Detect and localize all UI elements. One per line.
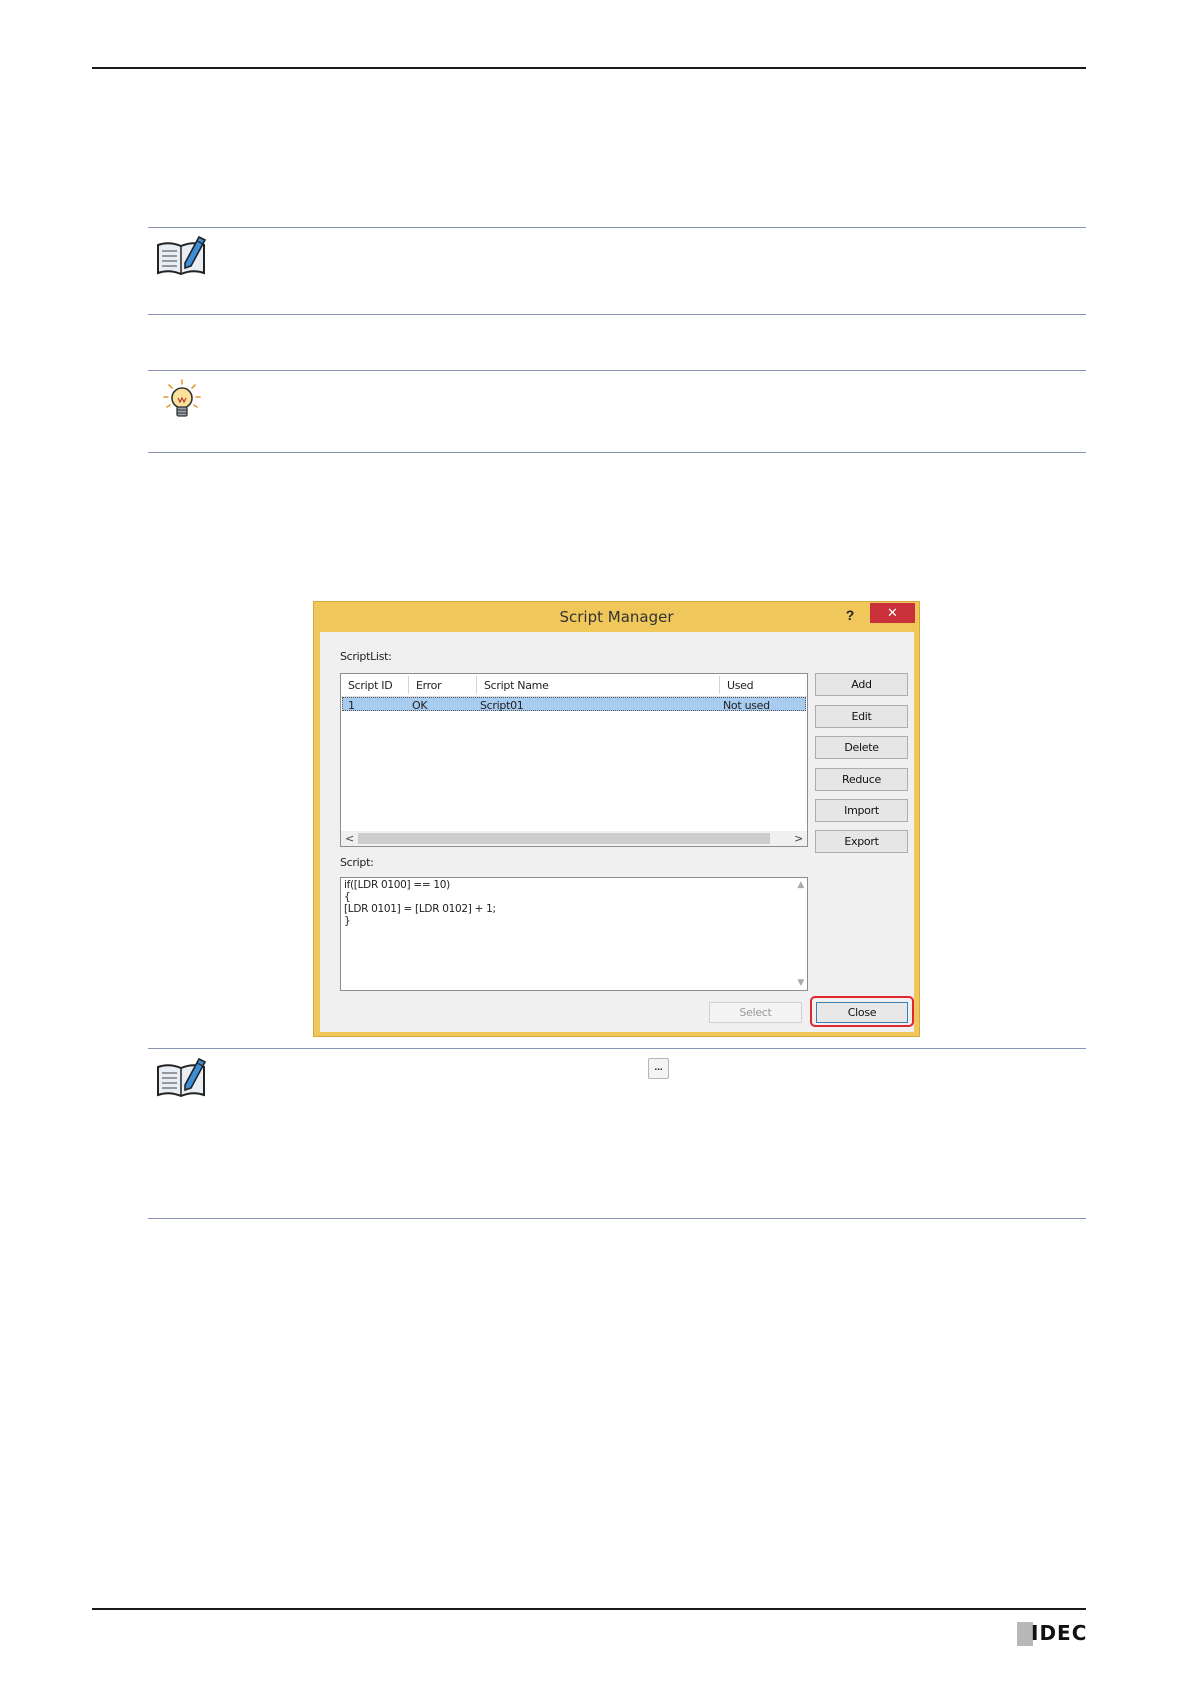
script-manager-dialog: Script Manager ? ✕ ScriptList: Script ID… bbox=[313, 601, 920, 1037]
close-icon[interactable]: ✕ bbox=[870, 603, 915, 623]
column-divider[interactable] bbox=[476, 676, 477, 694]
scriptlist-label: ScriptList: bbox=[340, 650, 392, 663]
note-top-rule bbox=[148, 227, 1086, 228]
hint-top-rule bbox=[148, 370, 1086, 371]
select-button[interactable]: Select bbox=[709, 1002, 802, 1023]
cell-used: Not used bbox=[723, 699, 770, 712]
script-line: { bbox=[344, 891, 351, 903]
script-line: } bbox=[344, 915, 351, 927]
scroll-up-icon[interactable]: ▲ bbox=[797, 880, 804, 890]
note2-bottom-rule bbox=[148, 1218, 1086, 1219]
column-error[interactable]: Error bbox=[416, 679, 442, 692]
script-list[interactable]: Script ID Error Script Name Used 1 OK Sc… bbox=[340, 673, 808, 847]
dialog-titlebar[interactable]: Script Manager ? ✕ bbox=[314, 602, 919, 632]
header-rule bbox=[92, 67, 1086, 69]
note-book-pencil-icon bbox=[157, 235, 207, 276]
ellipsis-button[interactable]: ... bbox=[648, 1058, 669, 1079]
script-list-header: Script ID Error Script Name Used bbox=[341, 674, 807, 697]
help-button[interactable]: ? bbox=[839, 605, 861, 625]
lightbulb-icon bbox=[163, 379, 201, 417]
dialog-client-area: ScriptList: Script ID Error Script Name … bbox=[320, 632, 914, 1032]
reduce-button[interactable]: Reduce bbox=[815, 768, 908, 791]
script-label: Script: bbox=[340, 856, 374, 869]
scroll-left-icon[interactable]: < bbox=[345, 831, 354, 846]
column-script-id[interactable]: Script ID bbox=[348, 679, 393, 692]
footer-rule bbox=[92, 1608, 1086, 1610]
scroll-right-icon[interactable]: > bbox=[794, 831, 803, 846]
import-button[interactable]: Import bbox=[815, 799, 908, 822]
script-textarea[interactable]: if([LDR 0100] == 10) { [LDR 0101] = [LDR… bbox=[340, 877, 808, 991]
cell-script-name: Script01 bbox=[480, 699, 524, 712]
edit-button[interactable]: Edit bbox=[815, 705, 908, 728]
close-button-highlight bbox=[810, 996, 914, 1027]
add-button[interactable]: Add bbox=[815, 673, 908, 696]
logo-text: IDEC bbox=[1031, 1621, 1088, 1645]
column-divider[interactable] bbox=[408, 676, 409, 694]
cell-error: OK bbox=[412, 699, 428, 712]
delete-button[interactable]: Delete bbox=[815, 736, 908, 759]
dialog-title: Script Manager bbox=[559, 608, 674, 626]
column-divider[interactable] bbox=[719, 676, 720, 694]
column-script-name[interactable]: Script Name bbox=[484, 679, 549, 692]
hint-bottom-rule bbox=[148, 452, 1086, 453]
note-book-pencil-icon bbox=[157, 1057, 207, 1098]
scroll-down-icon[interactable]: ▼ bbox=[797, 978, 804, 988]
scrollbar-thumb[interactable] bbox=[358, 833, 770, 844]
note2-top-rule bbox=[148, 1048, 1086, 1049]
script-line: if([LDR 0100] == 10) bbox=[344, 879, 450, 891]
export-button[interactable]: Export bbox=[815, 830, 908, 853]
cell-script-id: 1 bbox=[348, 699, 355, 712]
horizontal-scrollbar[interactable]: < > bbox=[341, 831, 807, 846]
table-row[interactable]: 1 OK Script01 Not used bbox=[342, 697, 806, 712]
column-used[interactable]: Used bbox=[727, 679, 754, 692]
script-line: [LDR 0101] = [LDR 0102] + 1; bbox=[344, 903, 496, 915]
note-bottom-rule bbox=[148, 314, 1086, 315]
